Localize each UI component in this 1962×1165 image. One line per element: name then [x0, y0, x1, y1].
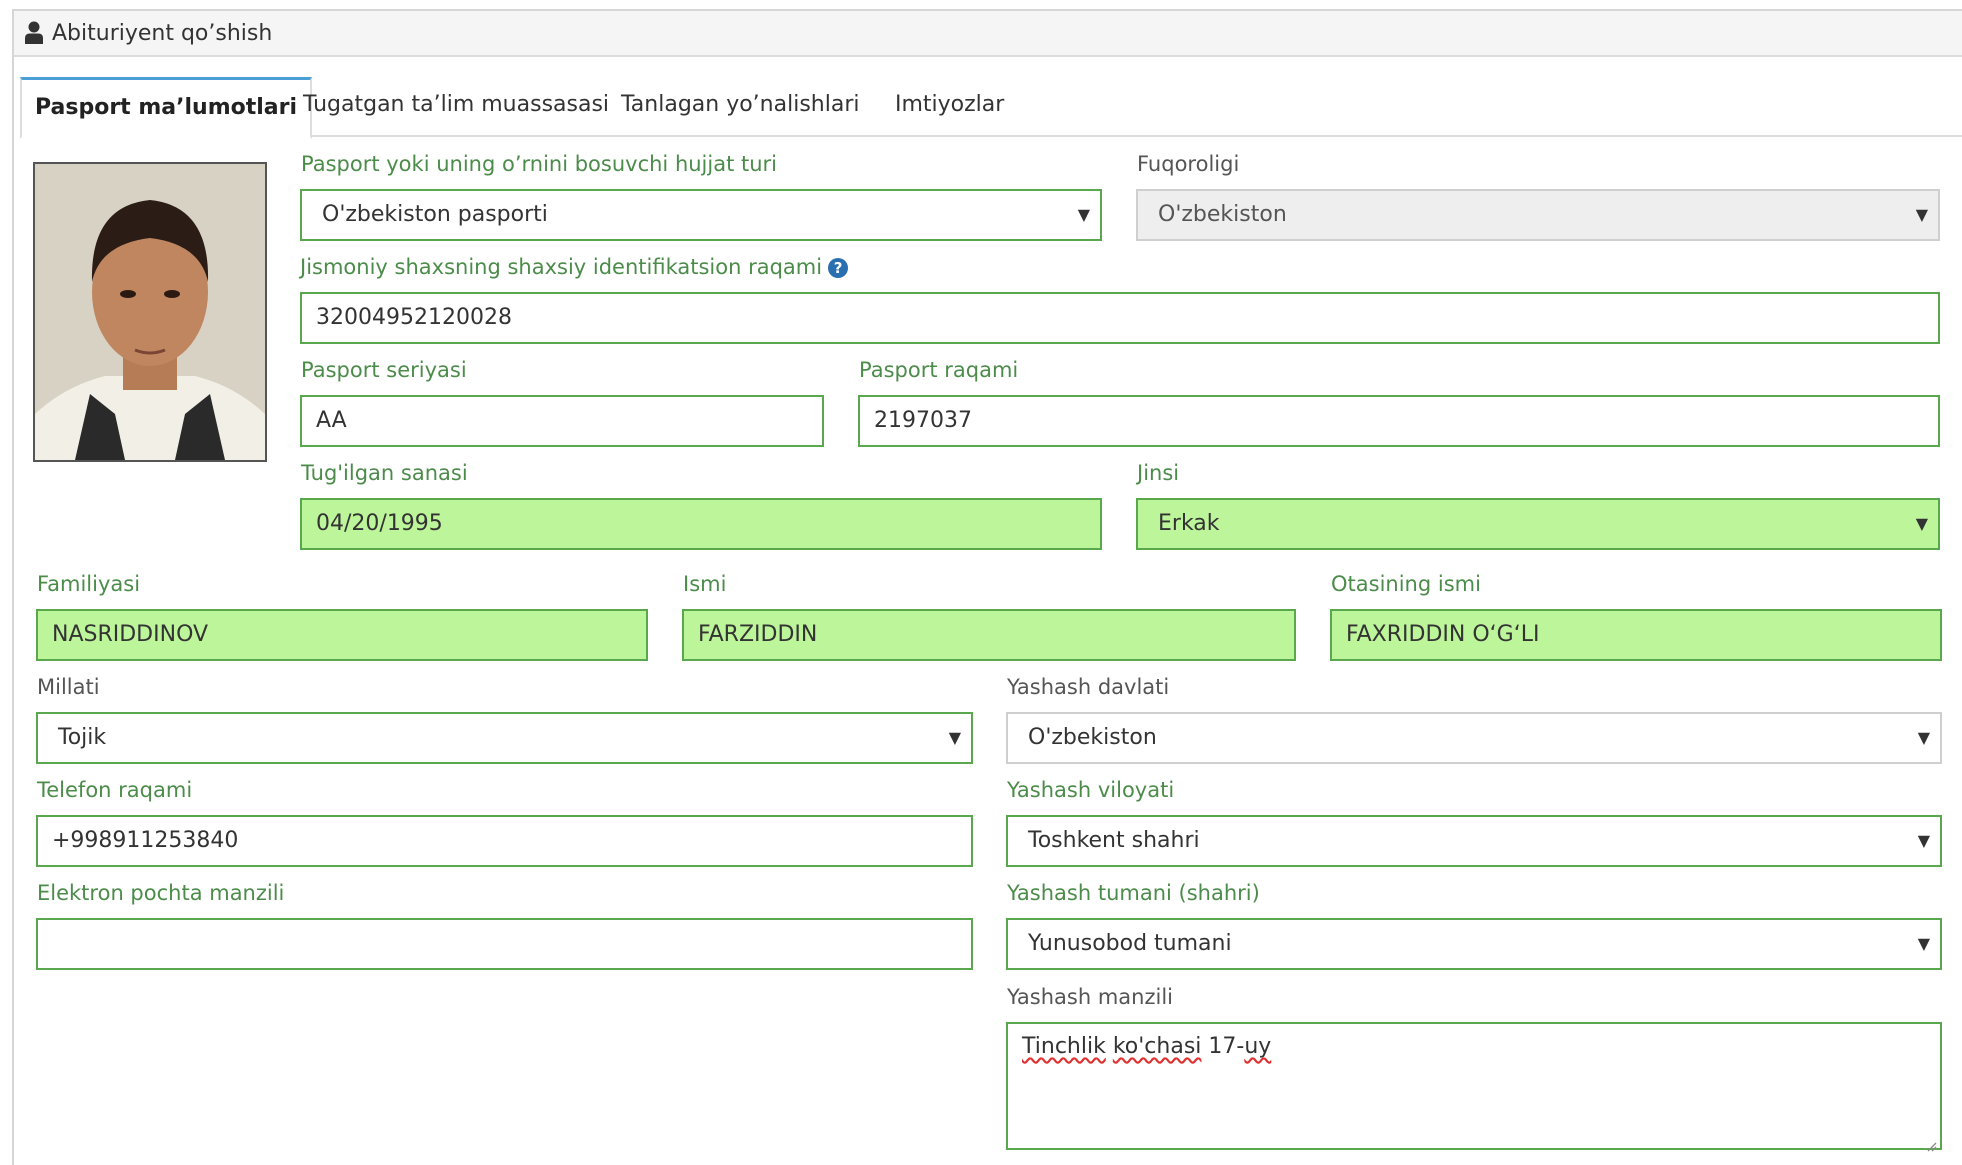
passport-series-input[interactable]: AA — [300, 395, 824, 447]
address-word: ko'chasi — [1112, 1034, 1202, 1059]
phone-input[interactable]: +998911253840 — [36, 815, 973, 867]
chevron-down-icon: ▼ — [1917, 934, 1930, 953]
tab-privileges[interactable]: Imtiyozlar — [882, 77, 1017, 137]
gender-label: Jinsi — [1137, 461, 1180, 485]
birth-date-input[interactable]: 04/20/1995 — [300, 498, 1102, 550]
email-label: Elektron pochta manzili — [37, 881, 285, 905]
gender-value: Erkak — [1158, 511, 1220, 536]
birth-date-label: Tug'ilgan sanasi — [301, 461, 468, 485]
doc-type-value: O'zbekiston pasporti — [322, 202, 548, 227]
panel-heading: Abituriyent qo’shish — [14, 11, 1962, 57]
patronymic-label: Otasining ismi — [1331, 572, 1481, 596]
tab-directions[interactable]: Tanlagan yo’nalishlari — [608, 77, 872, 137]
user-icon — [24, 21, 44, 45]
residence-region-value: Toshkent shahri — [1028, 828, 1200, 853]
name-label: Ismi — [683, 572, 727, 596]
surname-label: Familiyasi — [37, 572, 141, 596]
citizenship-select[interactable]: O'zbekiston ▼ — [1136, 189, 1940, 241]
applicant-photo — [33, 162, 267, 462]
citizenship-value: O'zbekiston — [1158, 202, 1287, 227]
email-input[interactable] — [36, 918, 973, 970]
address-word: 17- — [1208, 1034, 1245, 1059]
passport-number-input[interactable]: 2197037 — [858, 395, 1940, 447]
resize-grip-icon[interactable] — [1925, 1133, 1937, 1152]
name-input[interactable]: FARZIDDIN — [682, 609, 1296, 661]
question-circle-icon[interactable]: ? — [828, 258, 849, 278]
nationality-label: Millati — [37, 675, 100, 699]
address-label: Yashash manzili — [1007, 985, 1174, 1009]
tab-bar: Pasport ma’lumotlari Tugatgan ta’lim mua… — [20, 77, 1962, 139]
surname-input[interactable]: NASRIDDINOV — [36, 609, 648, 661]
form-panel — [12, 9, 1962, 1165]
passport-series-label: Pasport seriyasi — [301, 358, 467, 382]
patronymic-input[interactable]: FAXRIDDIN O‘G‘LI — [1330, 609, 1942, 661]
gender-select[interactable]: Erkak ▼ — [1136, 498, 1940, 550]
address-textarea[interactable]: Tinchlik ko'chasi 17-uy — [1006, 1022, 1942, 1152]
chevron-down-icon: ▼ — [1077, 205, 1090, 224]
page-title: Abituriyent qo’shish — [52, 20, 273, 46]
nationality-select[interactable]: Tojik ▼ — [36, 712, 973, 764]
chevron-down-icon: ▼ — [948, 728, 961, 747]
chevron-down-icon: ▼ — [1917, 728, 1930, 747]
phone-label: Telefon raqami — [37, 778, 193, 802]
residence-country-select[interactable]: O'zbekiston ▼ — [1006, 712, 1942, 764]
residence-district-select[interactable]: Yunusobod tumani ▼ — [1006, 918, 1942, 970]
chevron-down-icon: ▼ — [1915, 514, 1928, 533]
nationality-value: Tojik — [58, 725, 107, 750]
pinfl-label-text: Jismoniy shaxsning shaxsiy identifikatsi… — [300, 255, 823, 279]
address-word: uy — [1244, 1034, 1272, 1059]
tab-education[interactable]: Tugatgan ta’lim muassasasi — [290, 77, 622, 137]
chevron-down-icon: ▼ — [1915, 205, 1928, 224]
tab-passport-info[interactable]: Pasport ma’lumotlari — [20, 77, 313, 139]
passport-number-label: Pasport raqami — [859, 358, 1019, 382]
residence-country-label: Yashash davlati — [1007, 675, 1170, 699]
pinfl-label: Jismoniy shaxsning shaxsiy identifikatsi… — [300, 255, 849, 279]
residence-region-label: Yashash viloyati — [1007, 778, 1175, 802]
doc-type-label: Pasport yoki uning o’rnini bosuvchi hujj… — [301, 152, 778, 176]
chevron-down-icon: ▼ — [1917, 831, 1930, 850]
residence-district-value: Yunusobod tumani — [1028, 931, 1232, 956]
residence-country-value: O'zbekiston — [1028, 725, 1157, 750]
residence-district-label: Yashash tumani (shahri) — [1007, 881, 1260, 905]
doc-type-select[interactable]: O'zbekiston pasporti ▼ — [300, 189, 1102, 241]
residence-region-select[interactable]: Toshkent shahri ▼ — [1006, 815, 1942, 867]
address-word: Tinchlik — [1022, 1034, 1106, 1059]
citizenship-label: Fuqoroligi — [1137, 152, 1240, 176]
pinfl-input[interactable]: 32004952120028 — [300, 292, 1940, 344]
